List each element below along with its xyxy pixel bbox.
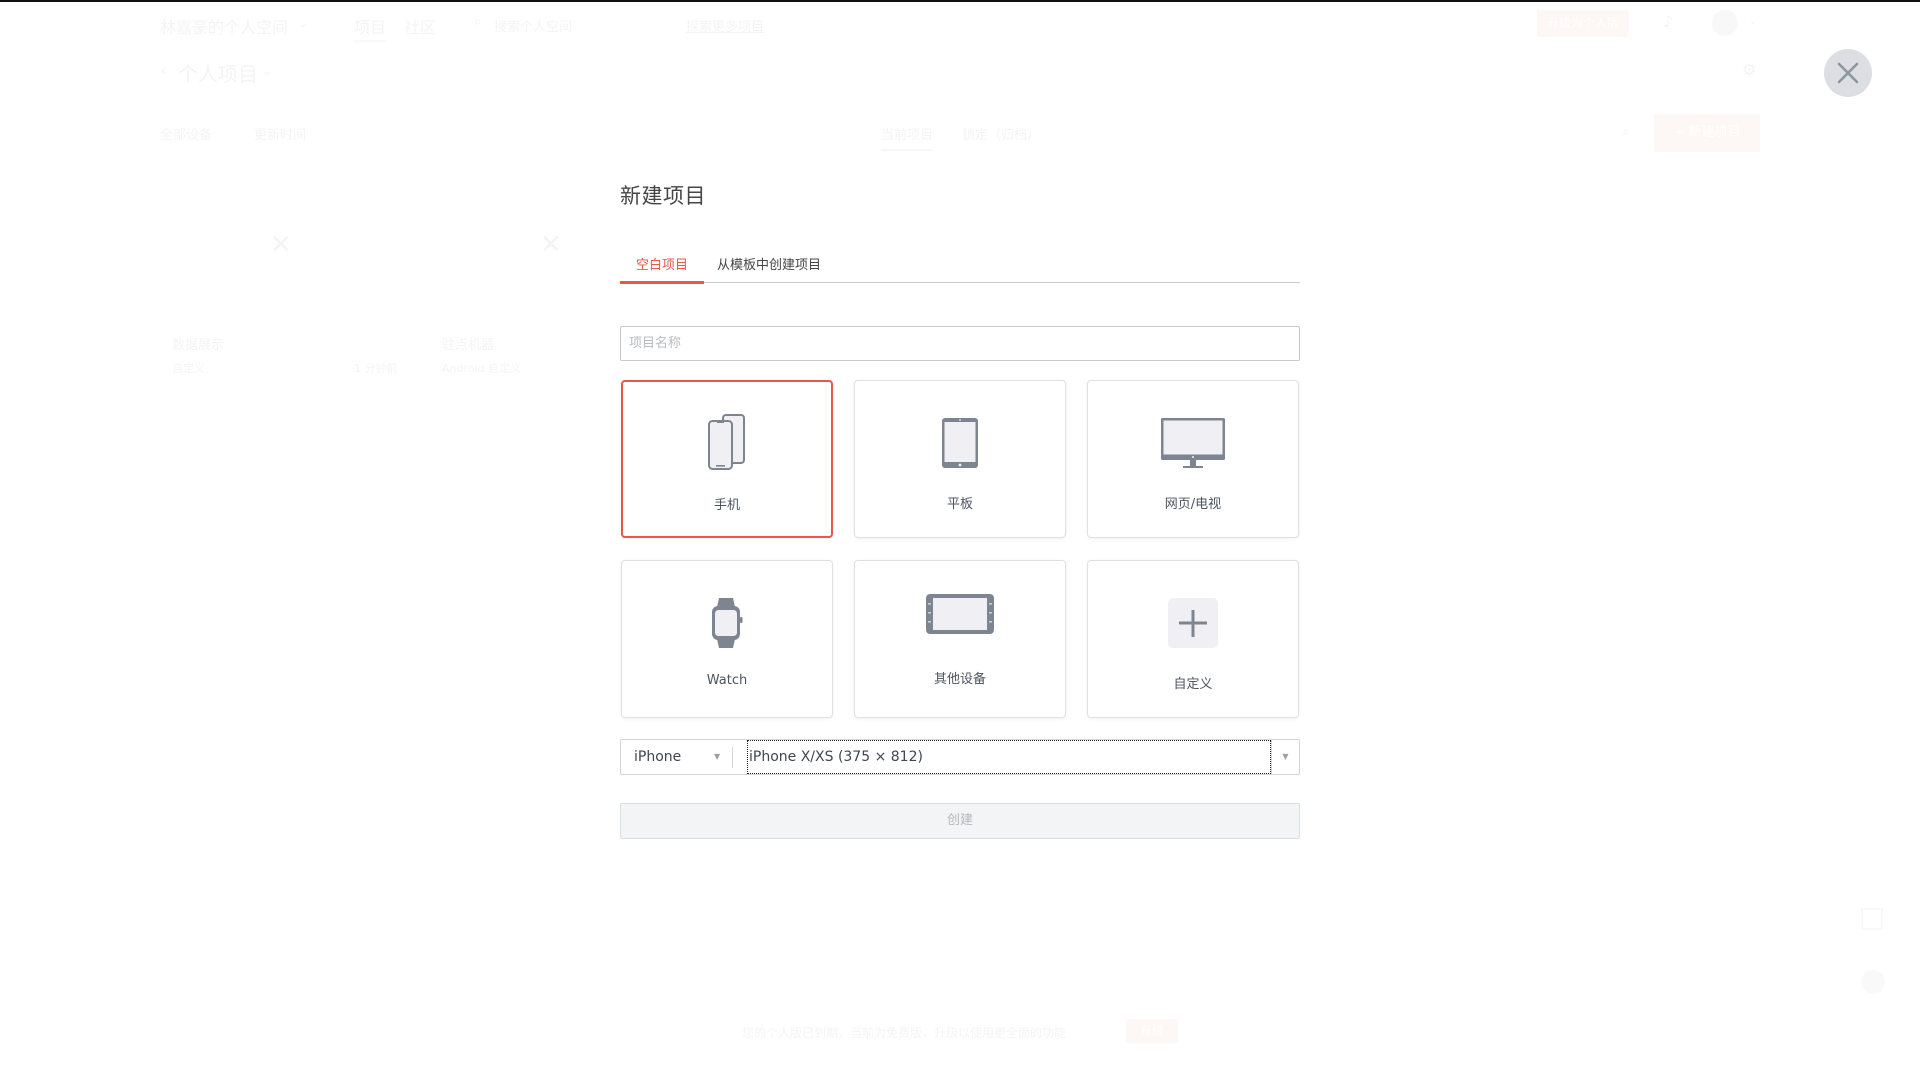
create-button[interactable]: 创建 (620, 803, 1300, 839)
divider (732, 747, 733, 768)
close-icon (1837, 62, 1859, 84)
tab-from-template[interactable]: 从模板中创建项目 (717, 254, 821, 283)
device-label: 其他设备 (933, 672, 986, 687)
gear-icon: ⚙ (1742, 60, 1756, 79)
background-page: 林嘉豪的个人空间 ⌄ 项目 社区 ⌕ 搜索个人空间 探索更多项目 升级为个人版 … (0, 0, 1920, 1080)
project-title: 数据展示 (172, 334, 224, 353)
project-name-input[interactable] (620, 326, 1300, 361)
notice-upgrade-button: 升级 (1126, 1019, 1178, 1043)
space-name: 林嘉豪的个人空间 (160, 14, 288, 38)
search-icon: ⌕ (1622, 124, 1630, 140)
device-model-value: iPhone X/XS (375 × 812) (749, 749, 923, 765)
help-icon (1861, 970, 1885, 994)
monitor-icon (1161, 418, 1225, 468)
filter-device: 全部设备 (160, 124, 212, 143)
tab-current-projects: 当前项目 (881, 124, 934, 151)
device-label: Watch (706, 673, 748, 688)
device-card-custom[interactable]: 自定义 (1087, 560, 1299, 718)
upgrade-button: 升级为个人版 (1537, 10, 1629, 37)
back-icon: ‹ (160, 60, 167, 81)
tablet-icon (942, 418, 978, 468)
device-label: 自定义 (1173, 677, 1213, 692)
caret-down-icon: ▼ (1282, 752, 1289, 761)
dialog-title: 新建项目 (620, 184, 706, 208)
nav-community: 社区 (404, 14, 436, 38)
device-label: 平板 (946, 497, 973, 512)
device-model-dropdown-button[interactable]: ▼ (1271, 740, 1299, 774)
device-card-other[interactable]: 其他设备 (854, 560, 1066, 718)
device-model-select[interactable]: iPhone X/XS (375 × 812) (747, 740, 1271, 774)
device-card-tablet[interactable]: 平板 (854, 380, 1066, 538)
project-time: 1 分钟前 (354, 360, 398, 376)
device-card-web-tv[interactable]: 网页/电视 (1087, 380, 1299, 538)
feedback-icon (1861, 908, 1883, 930)
project-type: 自定义 (172, 360, 205, 376)
watch-icon (712, 598, 743, 648)
new-project-button: + 新建项目 (1654, 114, 1760, 152)
folder-title: 个人项目 (178, 58, 258, 87)
device-card-watch[interactable]: Watch (621, 560, 833, 718)
device-label: 手机 (713, 498, 740, 513)
search-text: 搜索个人空间 (494, 16, 572, 35)
bell-icon: ♪ (1663, 12, 1673, 31)
dialog-tabs: 空白项目 从模板中创建项目 (620, 254, 1300, 284)
chevron-down-icon: ⌄ (298, 16, 308, 30)
device-label: 网页/电视 (1164, 497, 1222, 512)
device-family-select[interactable]: iPhone ▼ (621, 740, 732, 774)
nav-project: 项目 (354, 14, 387, 42)
phone-icon (708, 414, 745, 470)
expiry-notice: 您的个人版已到期，当前为免费版，升级以使用更全面的功能 (742, 1024, 1066, 1041)
close-button[interactable] (1824, 49, 1872, 97)
plus-icon (1168, 598, 1218, 648)
project-title: 驻点机器 (442, 334, 494, 353)
device-family-value: iPhone (634, 749, 682, 765)
avatar (1712, 10, 1738, 36)
caret-down-icon: ▼ (714, 752, 721, 761)
project-type: Android 自定义 (442, 360, 521, 376)
filter-time: 更新时间 (254, 124, 306, 143)
explore-link: 探索更多项目 (686, 16, 764, 35)
other-device-icon (926, 594, 994, 634)
design-tools-icon: ✕ (540, 230, 562, 260)
device-size-selector: iPhone ▼ iPhone X/XS (375 × 812) ▼ (620, 739, 1300, 775)
search-icon: ⌕ (474, 14, 482, 30)
design-tools-icon: ✕ (270, 230, 292, 260)
device-card-phone[interactable]: 手机 (621, 380, 833, 538)
tab-blank-project[interactable]: 空白项目 (620, 254, 704, 284)
tab-locked: 锁定（归档） (962, 124, 1040, 143)
chevron-down-icon: ⌄ (1749, 16, 1757, 27)
chevron-down-icon: ⌄ (262, 64, 272, 78)
